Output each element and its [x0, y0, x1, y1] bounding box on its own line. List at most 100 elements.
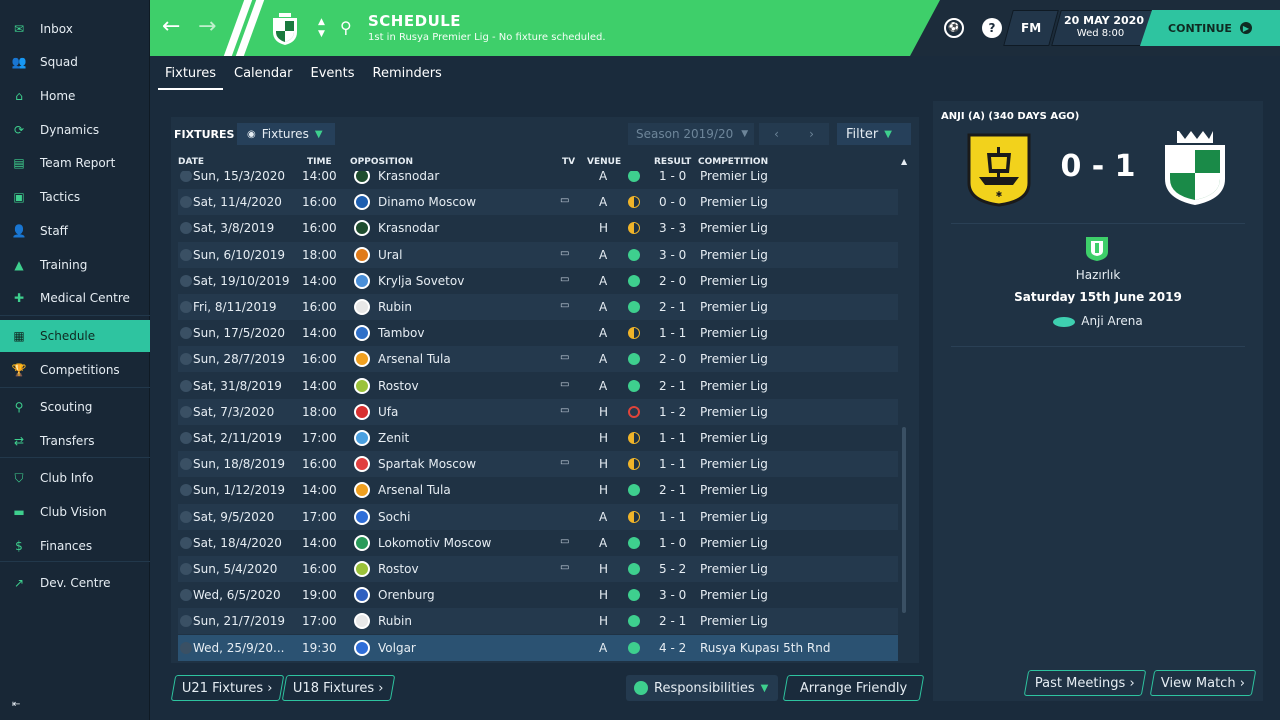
table-row[interactable]: Sat, 9/5/2020 17:00 Sochi A 1 - 1 Premier Lig	[178, 503, 898, 530]
fixture-opposition[interactable]: Arsenal Tula	[378, 483, 451, 497]
table-row[interactable]: Wed, 25/9/20... 19:30 Volgar A 4 - 2 Rusya Ku…	[178, 634, 898, 661]
sidebar-item-dynamics[interactable]: ⟳ Dynamics	[0, 114, 150, 146]
sort-up-icon[interactable]: ▲	[901, 157, 907, 166]
sidebar-item-dev-centre[interactable]: ↗ Dev. Centre	[0, 567, 150, 599]
table-row[interactable]: Sat, 2/11/2019 17:00 Zenit H 1 - 1 Premier Li…	[178, 425, 898, 451]
fixture-result[interactable]: 1 - 1	[659, 326, 686, 340]
fixture-result[interactable]: 3 - 0	[659, 588, 686, 602]
responsibilities-button[interactable]: Responsibilities ▼	[626, 675, 778, 701]
sidebar-item-team-report[interactable]: ▤ Team Report	[0, 147, 150, 179]
table-row[interactable]: Sun, 28/7/2019 16:00 Arsenal Tula ▭ A 2 - 0 Pr…	[178, 346, 898, 373]
row-checkbox[interactable]	[180, 484, 192, 497]
sidebar-item-medical-centre[interactable]: ✚ Medical Centre	[0, 282, 150, 314]
sidebar-item-competitions[interactable]: 🏆 Competitions	[0, 354, 150, 386]
table-row[interactable]: Fri, 8/11/2019 16:00 Rubin ▭ A 2 - 1 Premier L…	[178, 294, 898, 320]
table-row[interactable]: Sun, 17/5/2020 14:00 Tambov A 1 - 1 Premier L…	[178, 320, 898, 347]
scrollbar[interactable]	[902, 427, 906, 613]
arrange-friendly-button[interactable]: Arrange Friendly	[782, 675, 925, 701]
fixture-result[interactable]: 1 - 2	[659, 405, 686, 419]
view-match-button[interactable]: View Match ›	[1149, 670, 1257, 696]
row-checkbox[interactable]	[180, 641, 192, 654]
tab-reminders[interactable]: Reminders	[366, 60, 449, 90]
table-row[interactable]: Wed, 6/5/2020 19:00 Orenburg H 3 - 0 Premier …	[178, 582, 898, 609]
fixture-result[interactable]: 3 - 0	[659, 248, 686, 262]
row-checkbox[interactable]	[180, 353, 192, 366]
sidebar-item-staff[interactable]: 👤 Staff	[0, 215, 150, 247]
sidebar-item-home[interactable]: ⌂ Home	[0, 80, 150, 112]
row-checkbox[interactable]	[180, 196, 192, 209]
search-icon[interactable]: ⚲	[340, 18, 352, 37]
fixture-opposition[interactable]: Dinamo Moscow	[378, 195, 476, 209]
fixture-result[interactable]: 1 - 1	[659, 510, 686, 524]
table-row[interactable]: Sat, 18/4/2020 14:00 Lokomotiv Moscow ▭ A 1 -…	[178, 529, 898, 556]
fixture-opposition[interactable]: Lokomotiv Moscow	[378, 536, 491, 550]
fm-logo-button[interactable]: FM	[1003, 10, 1059, 46]
sidebar-item-club-vision[interactable]: ▬ Club Vision	[0, 496, 150, 528]
help-icon[interactable]: ?	[982, 18, 1002, 38]
fixture-opposition[interactable]: Krasnodar	[378, 221, 439, 235]
row-checkbox[interactable]	[180, 274, 192, 287]
row-checkbox[interactable]	[180, 301, 192, 313]
fixture-opposition[interactable]: Rostov	[378, 562, 419, 576]
row-checkbox[interactable]	[180, 536, 192, 549]
row-checkbox[interactable]	[180, 563, 192, 575]
fixture-result[interactable]: 1 - 0	[659, 171, 686, 183]
fixture-opposition[interactable]: Sochi	[378, 510, 411, 524]
fixture-opposition[interactable]: Ufa	[378, 405, 398, 419]
col-date[interactable]: DATE	[178, 157, 204, 167]
anji-crest-icon[interactable]: ✱	[965, 131, 1033, 207]
row-checkbox[interactable]	[180, 432, 192, 444]
sidebar-item-scouting[interactable]: ⚲ Scouting	[0, 391, 150, 423]
table-row[interactable]: Sat, 3/8/2019 16:00 Krasnodar H 3 - 3 Premier…	[178, 215, 898, 242]
fixture-opposition[interactable]: Rostov	[378, 379, 419, 393]
fixture-opposition[interactable]: Orenburg	[378, 588, 435, 602]
continue-button[interactable]: CONTINUE ▶	[1140, 10, 1280, 46]
fixture-opposition[interactable]: Krylja Sovetov	[378, 274, 464, 288]
sidebar-item-transfers[interactable]: ⇄ Transfers	[0, 425, 150, 457]
fixture-opposition[interactable]: Volgar	[378, 641, 416, 655]
fixture-result[interactable]: 4 - 2	[659, 641, 686, 655]
sidebar-item-finances[interactable]: $ Finances	[0, 530, 150, 562]
row-checkbox[interactable]	[180, 615, 192, 628]
row-checkbox[interactable]	[180, 405, 192, 418]
fixture-result[interactable]: 2 - 0	[659, 352, 686, 366]
row-checkbox[interactable]	[180, 171, 192, 182]
table-row[interactable]: Sat, 19/10/2019 14:00 Krylja Sovetov ▭ A 2 - …	[178, 267, 898, 294]
col-time[interactable]: TIME	[307, 157, 332, 167]
fixture-result[interactable]: 0 - 0	[659, 195, 686, 209]
table-row[interactable]: Sun, 1/12/2019 14:00 Arsenal Tula H 2 - 1 Pre…	[178, 477, 898, 504]
sidebar-collapse-icon[interactable]: ⇤	[12, 699, 20, 710]
col-venue[interactable]: VENUE	[587, 157, 621, 167]
col-result[interactable]: RESULT	[654, 157, 691, 167]
table-row[interactable]: Sun, 6/10/2019 18:00 Ural ▭ A 3 - 0 Premier Li…	[178, 241, 898, 268]
fixture-result[interactable]: 5 - 2	[659, 562, 686, 576]
sidebar-item-schedule[interactable]: ▦ Schedule	[0, 320, 150, 352]
fixture-opposition[interactable]: Rubin	[378, 300, 412, 314]
table-row[interactable]: Sun, 5/4/2020 16:00 Rostov ▭ H 5 - 2 Premier L…	[178, 556, 898, 582]
row-checkbox[interactable]	[180, 248, 192, 261]
row-checkbox[interactable]	[180, 379, 192, 392]
fixture-result[interactable]: 2 - 1	[659, 483, 686, 497]
sidebar-item-tactics[interactable]: ▣ Tactics	[0, 181, 150, 213]
table-row[interactable]: Sun, 18/8/2019 16:00 Spartak Moscow ▭ H 1 - 1…	[178, 451, 898, 478]
fixture-opposition[interactable]: Krasnodar	[378, 171, 439, 183]
club-switch-icon[interactable]: ▲ ▼	[318, 16, 325, 40]
row-checkbox[interactable]	[180, 327, 192, 340]
fixture-opposition[interactable]: Rubin	[378, 614, 412, 628]
table-row[interactable]: Sun, 21/7/2019 17:00 Rubin H 2 - 1 Premier Li…	[178, 608, 898, 635]
next-season-icon[interactable]: ›	[809, 127, 814, 141]
col-tv[interactable]: TV	[562, 157, 575, 167]
sidebar-item-training[interactable]: ▲ Training	[0, 249, 150, 281]
table-row[interactable]: Sat, 31/8/2019 14:00 Rostov ▭ A 2 - 1 Premier …	[178, 372, 898, 399]
fixture-opposition[interactable]: Tambov	[378, 326, 424, 340]
past-meetings-button[interactable]: Past Meetings ›	[1023, 670, 1147, 696]
fixture-opposition[interactable]: Spartak Moscow	[378, 457, 476, 471]
row-checkbox[interactable]	[180, 222, 192, 235]
tab-calendar[interactable]: Calendar	[227, 60, 299, 90]
u21-fixtures-button[interactable]: U21 Fixtures ›	[170, 675, 284, 701]
club-crest-icon[interactable]	[270, 12, 300, 46]
sidebar-item-inbox[interactable]: ✉ Inbox	[0, 13, 150, 45]
fixture-result[interactable]: 2 - 1	[659, 614, 686, 628]
fixture-result[interactable]: 1 - 1	[659, 431, 686, 445]
fixture-opposition[interactable]: Zenit	[378, 431, 409, 445]
